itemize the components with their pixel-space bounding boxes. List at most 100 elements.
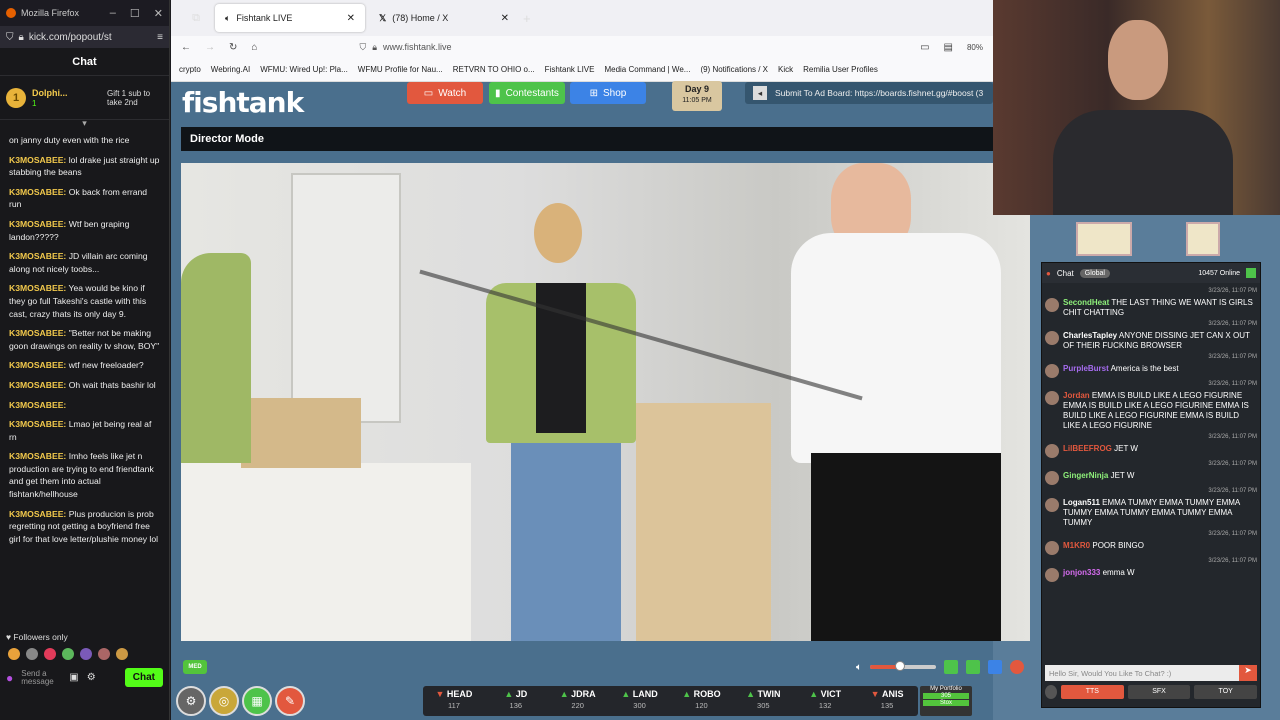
fishtank-username[interactable]: PurpleBurst — [1063, 364, 1109, 373]
pinned-username[interactable]: Dolphi... — [32, 88, 68, 99]
avatar[interactable] — [1045, 568, 1059, 582]
close-icon[interactable]: ✕ — [154, 7, 163, 20]
url-text[interactable]: www.fishtank.live — [383, 42, 452, 52]
bookmark-item[interactable]: Webring.AI — [211, 65, 250, 74]
avatar[interactable] — [1045, 471, 1059, 485]
volume-icon[interactable]: 🔈︎ — [856, 662, 862, 673]
bookmark-item[interactable]: Media Command | We... — [604, 65, 690, 74]
poll-item[interactable]: ▲ ROBO 120 — [671, 686, 733, 716]
coins-icon[interactable]: ◎ — [209, 686, 239, 716]
fullscreen-icon[interactable] — [988, 660, 1002, 674]
record-icon[interactable] — [1010, 660, 1024, 674]
left-url-text[interactable]: kick.com/popout/st — [29, 32, 152, 43]
volume-knob[interactable] — [894, 661, 905, 671]
emoji-icon[interactable] — [1045, 685, 1057, 699]
quality-badge[interactable]: MED — [183, 660, 207, 674]
chat-username[interactable]: K3MOSABEE: — [9, 187, 66, 197]
tab-x-home[interactable]: 𝕏 (78) Home / X ✕ — [369, 4, 519, 32]
emote-icon[interactable] — [80, 648, 92, 660]
chat-username[interactable]: K3MOSABEE: — [9, 360, 66, 370]
fishtank-username[interactable]: LilBEEFROG — [1063, 444, 1112, 453]
cast-icon[interactable] — [966, 660, 980, 674]
home-icon[interactable]: ⌂ — [251, 42, 257, 53]
bookmark-item[interactable]: WFMU: Wired Up!: Pla... — [260, 65, 348, 74]
toy-button[interactable]: TOY — [1194, 685, 1258, 699]
poll-item[interactable]: ▲ TWIN 305 — [732, 686, 794, 716]
poll-item[interactable]: ▲ VICT 132 — [794, 686, 856, 716]
chat-tab[interactable]: Chat — [1057, 269, 1074, 278]
poll-item[interactable]: ▼ ANIS 135 — [856, 686, 918, 716]
avatar[interactable] — [1045, 364, 1059, 378]
avatar[interactable] — [1045, 298, 1059, 312]
gift-icon[interactable]: ▣ — [69, 672, 78, 683]
emote-icon[interactable] — [8, 648, 20, 660]
avatar[interactable] — [1045, 391, 1059, 405]
avatar[interactable] — [1045, 541, 1059, 555]
new-tab-icon[interactable]: + — [523, 11, 531, 26]
bookmark-item[interactable]: (9) Notifications / X — [700, 65, 768, 74]
chat-menu-icon[interactable] — [1246, 268, 1256, 278]
avatar[interactable] — [1045, 331, 1059, 345]
url-bar[interactable]: ⛉ 🔒︎ www.fishtank.live — [351, 37, 906, 57]
speaker-icon[interactable]: 🔈︎ — [225, 13, 230, 24]
chat-send-button[interactable]: Chat — [124, 668, 163, 687]
stox-button[interactable]: Stox — [923, 700, 969, 706]
bookmark-item[interactable]: WFMU Profile for Nau... — [358, 65, 443, 74]
emote-icon[interactable] — [116, 648, 128, 660]
screenshot-icon[interactable]: ▭ — [920, 42, 929, 53]
chat-username[interactable]: K3MOSABEE: — [9, 328, 66, 338]
emote-icon[interactable] — [44, 648, 56, 660]
poll-item[interactable]: ▲ LAND 300 — [609, 686, 671, 716]
fishtank-logo[interactable]: fishtank — [182, 86, 304, 119]
bookmark-item[interactable]: crypto — [179, 65, 201, 74]
portfolio-widget[interactable]: My Portfolio 305 Stox — [920, 686, 972, 716]
close-tab-icon[interactable]: ✕ — [501, 13, 509, 24]
settings-icon[interactable]: ⚙ — [87, 672, 96, 683]
tts-button[interactable]: TTS — [1061, 685, 1124, 699]
fishtank-username[interactable]: Jordan — [1063, 391, 1090, 400]
video-stream[interactable] — [181, 163, 1030, 641]
forward-icon[interactable]: → — [205, 42, 215, 53]
fishtank-username[interactable]: Logan511 — [1063, 498, 1100, 507]
gift-sub-text[interactable]: Gift 1 sub to take 2nd — [107, 89, 163, 107]
settings-icon[interactable]: ⚙ — [176, 686, 206, 716]
fishtank-username[interactable]: M1KR0 — [1063, 541, 1090, 550]
fishtank-username[interactable]: CharlesTapley — [1063, 331, 1117, 340]
poll-item[interactable]: ▲ JD 136 — [485, 686, 547, 716]
poll-item[interactable]: ▼ HEAD 117 — [423, 686, 485, 716]
emote-icon[interactable] — [26, 648, 38, 660]
global-tab[interactable]: Global — [1079, 268, 1110, 278]
tab-fishtank[interactable]: 🔈︎ Fishtank LIVE ✕ — [215, 4, 365, 32]
menu-icon[interactable]: ≡ — [157, 32, 163, 43]
sfx-button[interactable]: SFX — [1127, 685, 1191, 699]
tools-icon[interactable]: ✎ — [275, 686, 305, 716]
back-icon[interactable]: ← — [181, 42, 191, 53]
zoom-level[interactable]: 80% — [967, 43, 983, 52]
items-icon[interactable]: ▦ — [242, 686, 272, 716]
chat-username[interactable]: K3MOSABEE: — [9, 155, 66, 165]
ad-board-link[interactable]: ◂ Submit To Ad Board: https://boards.fis… — [745, 82, 993, 104]
minimize-icon[interactable]: – — [110, 7, 116, 20]
chat-username[interactable]: K3MOSABEE: — [9, 419, 66, 429]
fishtank-username[interactable]: jonjon333 — [1063, 568, 1100, 577]
chat-username[interactable]: K3MOSABEE: — [9, 219, 66, 229]
bookmark-item[interactable]: Fishtank LIVE — [545, 65, 595, 74]
microphone-icon[interactable]: ● — [6, 671, 13, 685]
watch-button[interactable]: ▭ Watch — [407, 82, 483, 104]
ad-board-text[interactable]: Submit To Ad Board: https://boards.fishn… — [775, 88, 983, 98]
bookmark-item[interactable]: Kick — [778, 65, 793, 74]
chat-username[interactable]: K3MOSABEE: — [9, 283, 66, 293]
shop-button[interactable]: ⊞ Shop — [570, 82, 646, 104]
volume-slider[interactable] — [870, 661, 936, 671]
chat-username[interactable]: K3MOSABEE: — [9, 400, 66, 410]
avatar[interactable] — [1045, 498, 1059, 512]
chat-username[interactable]: K3MOSABEE: — [9, 451, 66, 461]
reader-icon[interactable]: ▤ — [944, 42, 953, 53]
bookmark-item[interactable]: Remilia User Profiles — [803, 65, 878, 74]
poll-item[interactable]: ▲ JDRA 220 — [547, 686, 609, 716]
fishtank-username[interactable]: SecondHeat — [1063, 298, 1109, 307]
emote-icon[interactable] — [98, 648, 110, 660]
avatar[interactable] — [1045, 444, 1059, 458]
left-url-bar[interactable]: ⛉ 🔒︎ kick.com/popout/st ≡ — [0, 26, 169, 48]
chat-username[interactable]: K3MOSABEE: — [9, 251, 66, 261]
